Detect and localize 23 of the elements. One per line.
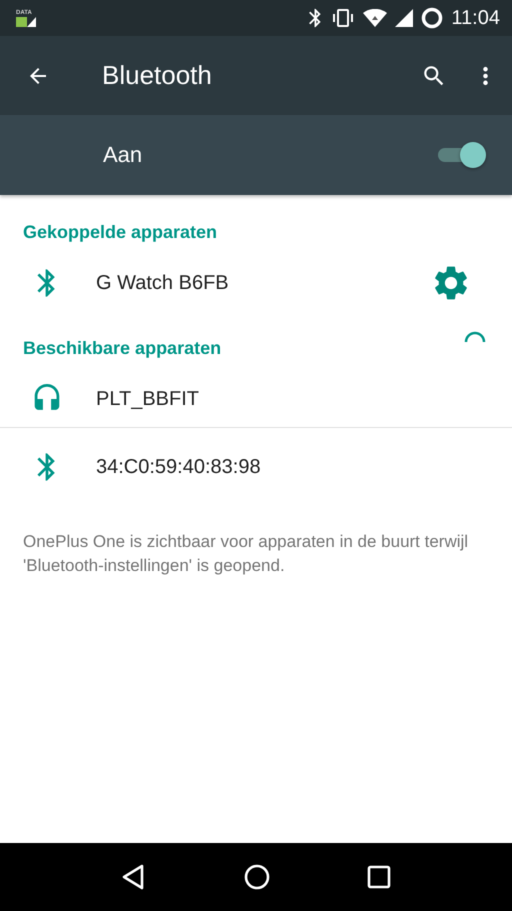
device-row[interactable]: 34:C0:59:40:83:98 <box>0 428 512 506</box>
device-name: 34:C0:59:40:83:98 <box>96 456 262 478</box>
wifi-icon <box>363 9 388 27</box>
home-button[interactable] <box>242 863 271 891</box>
recents-button[interactable] <box>366 864 392 890</box>
bluetooth-icon <box>307 8 324 28</box>
vibrate-icon <box>331 8 356 28</box>
device-row[interactable]: G Watch B6FB <box>0 255 512 311</box>
switch-label: Aan <box>103 142 142 168</box>
clock-time: 11:04 <box>451 6 500 30</box>
mobile-data-icon <box>16 16 36 26</box>
signal-icon <box>395 9 414 27</box>
visibility-note: OnePlus One is zichtbaar voor apparaten in de buurt terwijl 'Bluetooth-instellingen' is geopend. <box>23 531 470 577</box>
screen-title: Bluetooth <box>102 60 213 91</box>
device-name: G Watch B6FB <box>96 272 230 294</box>
section-header: Gekoppelde apparaten <box>23 221 218 243</box>
device-name: PLT_BBFIT <box>96 388 200 410</box>
bluetooth-toggle[interactable] <box>436 140 486 170</box>
device-row[interactable]: PLT_BBFIT <box>0 371 512 427</box>
more-options-icon <box>483 66 488 86</box>
section-header: Beschikbare apparaten <box>23 337 222 359</box>
settings-button[interactable] <box>434 266 468 300</box>
battery-icon <box>421 7 444 29</box>
